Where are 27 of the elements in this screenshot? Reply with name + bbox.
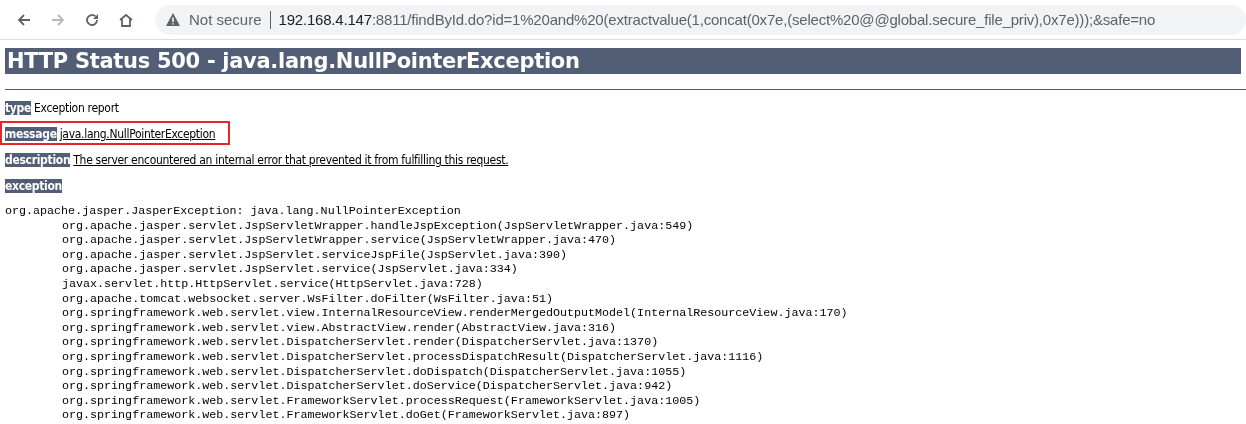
field-label: description: [5, 153, 71, 167]
trace-line: org.apache.jasper.servlet.JspServletWrapper.handleJspException(JspServletWrapper.java:549): [61, 218, 695, 234]
trace-line: org.springframework.web.servlet.view.AbstractView.render(AbstractView.java:316): [61, 320, 618, 336]
field-value: Exception report: [34, 101, 119, 115]
security-label[interactable]: Not secure: [189, 11, 262, 28]
field-value: The server encountered an internal error that prevented it from fulfilling this request.: [73, 153, 509, 167]
field-label: type: [5, 101, 32, 115]
field-value: java.lang.NullPointerException: [59, 127, 216, 141]
url-text[interactable]: 192.168.4.147:8811/findById.do?id=1%20and%20(extractvalue(1,concat(0x7e,(select%20@@global.secure_file_priv),0x7e)));&safe=no: [278, 11, 1156, 28]
trace-line: org.springframework.web.servlet.FrameworkServlet.doGet(FrameworkServlet.java:897): [61, 408, 632, 423]
trace-line: org.springframework.web.servlet.DispatcherServlet.doDispatch(DispatcherServlet.java:1055): [61, 364, 688, 380]
field-label: exception: [5, 179, 62, 193]
field-label: message: [5, 127, 57, 141]
trace-line: org.apache.tomcat.websocket.server.WsFilter.doFilter(WsFilter.java:51): [61, 291, 554, 307]
warning-icon[interactable]: [165, 12, 181, 27]
address-bar[interactable]: Not secure 192.168.4.147:8811/findById.do?id=1%20and%20(extractvalue(1,concat(0x7e,(select%20@@global.secure_file_priv),0x7e)));&safe=no: [155, 4, 1246, 35]
trace-line: org.apache.jasper.JasperException: java.lang.NullPointerException: [5, 204, 462, 219]
trace-line: org.springframework.web.servlet.DispatcherServlet.processDispatchResult(DispatcherServlet.java:1116): [61, 349, 765, 365]
trace-line: org.springframework.web.servlet.DispatcherServlet.doService(DispatcherServlet.java:942): [61, 379, 674, 394]
trace-line: org.springframework.web.servlet.FrameworkServlet.processRequest(FrameworkServlet.java:1005): [61, 393, 702, 409]
trace-line: org.springframework.web.servlet.view.InternalResourceView.renderMergedOutputModel(InternalResourceView.java:170): [61, 306, 849, 321]
trace-line: org.apache.jasper.servlet.JspServletWrapper.service(JspServletWrapper.java:470): [61, 233, 618, 248]
page-heading: HTTP Status 500 - java.lang.NullPointerException: [5, 48, 1241, 74]
trace-line: org.springframework.web.servlet.DispatcherServlet.render(DispatcherServlet.java:1370): [61, 335, 660, 350]
trace-line: javax.servlet.http.HttpServlet.service(HttpServlet.java:728): [61, 276, 484, 292]
trace-line: org.apache.jasper.servlet.JspServlet.service(JspServlet.java:334): [61, 262, 519, 277]
trace-line: org.apache.jasper.servlet.JspServlet.serviceJspFile(JspServlet.java:390): [61, 247, 568, 263]
